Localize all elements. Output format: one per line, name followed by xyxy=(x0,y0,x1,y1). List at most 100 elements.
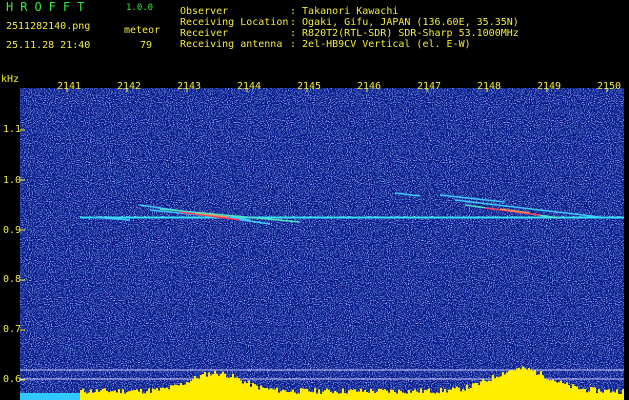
x-tick-label: 2143 xyxy=(177,81,202,92)
activity-bar xyxy=(118,389,120,400)
activity-bar xyxy=(224,373,226,400)
activity-bar xyxy=(426,390,428,400)
activity-bar xyxy=(482,379,484,400)
x-tick-label: 2142 xyxy=(117,81,142,92)
activity-bar xyxy=(338,393,340,400)
activity-bar xyxy=(222,371,224,400)
activity-bar xyxy=(472,383,474,400)
activity-bar xyxy=(158,390,160,400)
activity-bar xyxy=(278,392,280,400)
activity-bar xyxy=(562,383,564,400)
y-tick-label: 0.8 xyxy=(3,274,22,285)
activity-bar xyxy=(334,390,336,400)
activity-bar xyxy=(302,388,304,400)
location-value: : Ogaki, Gifu, JAPAN (136.60E, 35.35N) xyxy=(290,17,519,28)
activity-bar xyxy=(208,372,210,400)
activity-bar xyxy=(502,372,504,400)
x-tick-label: 2149 xyxy=(537,81,562,92)
activity-bar xyxy=(142,393,144,400)
activity-bar xyxy=(462,389,464,400)
activity-bar xyxy=(566,382,568,400)
activity-bar xyxy=(394,391,396,400)
activity-bar xyxy=(146,391,148,400)
activity-bar xyxy=(516,368,518,400)
activity-bar xyxy=(484,380,486,400)
activity-bar xyxy=(552,379,554,400)
activity-bar xyxy=(252,382,254,400)
x-tick-label: 2148 xyxy=(477,81,502,92)
activity-bar xyxy=(106,390,108,400)
activity-bar xyxy=(576,386,578,400)
activity-bar xyxy=(342,388,344,400)
activity-bar xyxy=(416,391,418,400)
activity-bar xyxy=(188,382,190,400)
activity-bar xyxy=(258,389,260,400)
activity-bar xyxy=(518,367,520,400)
activity-bar xyxy=(538,374,540,400)
activity-bar xyxy=(92,392,94,400)
activity-bar xyxy=(434,393,436,400)
antenna-key: Receiving antenna xyxy=(180,39,283,50)
location-key: Receiving Location xyxy=(180,17,289,28)
activity-bar xyxy=(154,389,156,400)
activity-bar xyxy=(126,392,128,400)
file-name: 2511282140.png xyxy=(6,21,91,32)
activity-bar xyxy=(274,389,276,400)
activity-bar xyxy=(486,381,488,400)
activity-bar xyxy=(124,393,126,400)
activity-bar xyxy=(340,393,342,400)
activity-bar xyxy=(480,381,482,400)
activity-bar xyxy=(178,385,180,400)
activity-bar xyxy=(580,389,582,400)
activity-bar xyxy=(406,393,408,400)
activity-bar xyxy=(526,370,528,400)
activity-bar xyxy=(506,372,508,400)
activity-bar xyxy=(130,390,132,400)
activity-bar xyxy=(350,389,352,400)
activity-bar xyxy=(464,390,466,400)
activity-bar xyxy=(136,389,138,400)
activity-bar xyxy=(446,392,448,400)
activity-bar xyxy=(272,389,274,400)
activity-bar xyxy=(362,391,364,400)
activity-bar xyxy=(608,389,610,400)
activity-bar xyxy=(294,392,296,400)
activity-bar xyxy=(346,393,348,400)
activity-bar xyxy=(166,387,168,400)
activity-bar xyxy=(522,366,524,400)
activity-bar xyxy=(230,377,232,400)
activity-bar xyxy=(100,390,102,400)
activity-bar xyxy=(254,384,256,400)
activity-bar xyxy=(296,393,298,400)
activity-bar xyxy=(536,374,538,400)
activity-bar xyxy=(556,382,558,400)
activity-bar xyxy=(236,377,238,400)
activity-bar xyxy=(184,384,186,400)
activity-bar xyxy=(440,387,442,400)
activity-bar xyxy=(102,388,104,400)
activity-bar xyxy=(570,388,572,400)
receiver-key: Receiver xyxy=(180,28,229,39)
activity-bar xyxy=(304,388,306,400)
activity-bar xyxy=(454,388,456,400)
activity-bar xyxy=(470,387,472,400)
activity-bar xyxy=(450,389,452,400)
activity-bar xyxy=(452,387,454,400)
activity-bar xyxy=(140,388,142,400)
activity-bar xyxy=(520,369,522,400)
activity-bar xyxy=(546,379,548,400)
activity-bar xyxy=(242,383,244,400)
app-version: 1.0.0 xyxy=(126,3,154,13)
activity-bar xyxy=(128,391,130,400)
activity-bar xyxy=(160,387,162,400)
receiver-value: : R820T2(RTL-SDR) SDR-Sharp 53.1000MHz xyxy=(290,28,519,39)
activity-bar xyxy=(532,370,534,400)
activity-bar xyxy=(266,387,268,400)
activity-bar xyxy=(268,389,270,400)
activity-bar xyxy=(176,384,178,400)
activity-bar xyxy=(424,389,426,400)
activity-bar xyxy=(596,393,598,400)
activity-bar xyxy=(180,382,182,400)
activity-bar xyxy=(422,392,424,400)
activity-bar xyxy=(344,393,346,400)
